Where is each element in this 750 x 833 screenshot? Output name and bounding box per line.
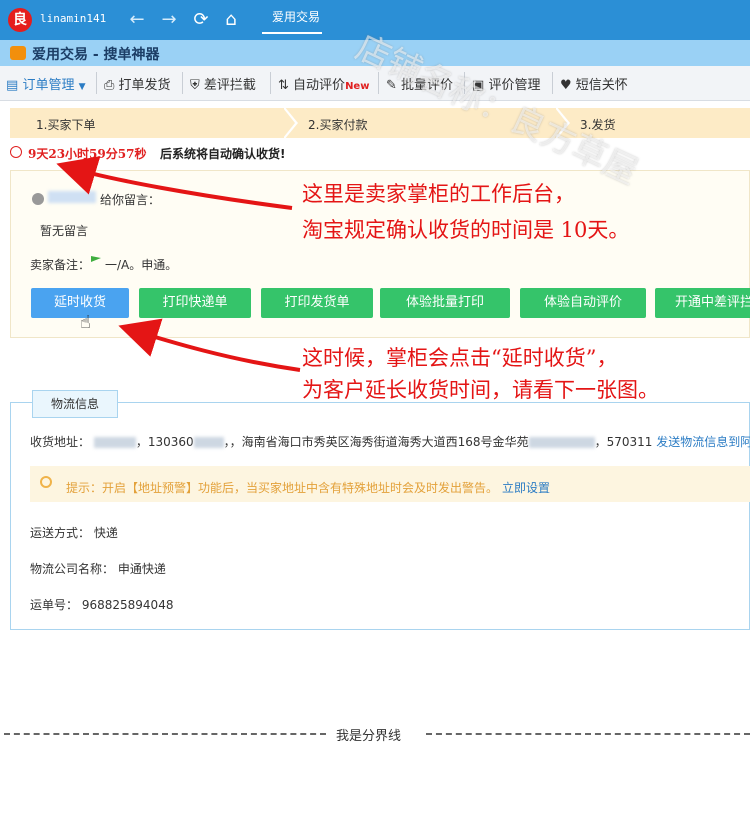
annotation-line-3: 这时候，掌柜会点击“延时收货”， [302, 346, 618, 370]
arrow-to-delay-button [118, 318, 301, 372]
annotation-line-2: 淘宝规定确认收货的时间是 10天。 [302, 218, 630, 242]
annotation-arrows [56, 156, 301, 372]
annotation-line-1: 这里是卖家掌柜的工作后台， [302, 182, 575, 206]
annotation-line-4: 为客户延长收货时间，请看下一张图。 [302, 378, 659, 402]
arrow-to-countdown [56, 156, 293, 210]
